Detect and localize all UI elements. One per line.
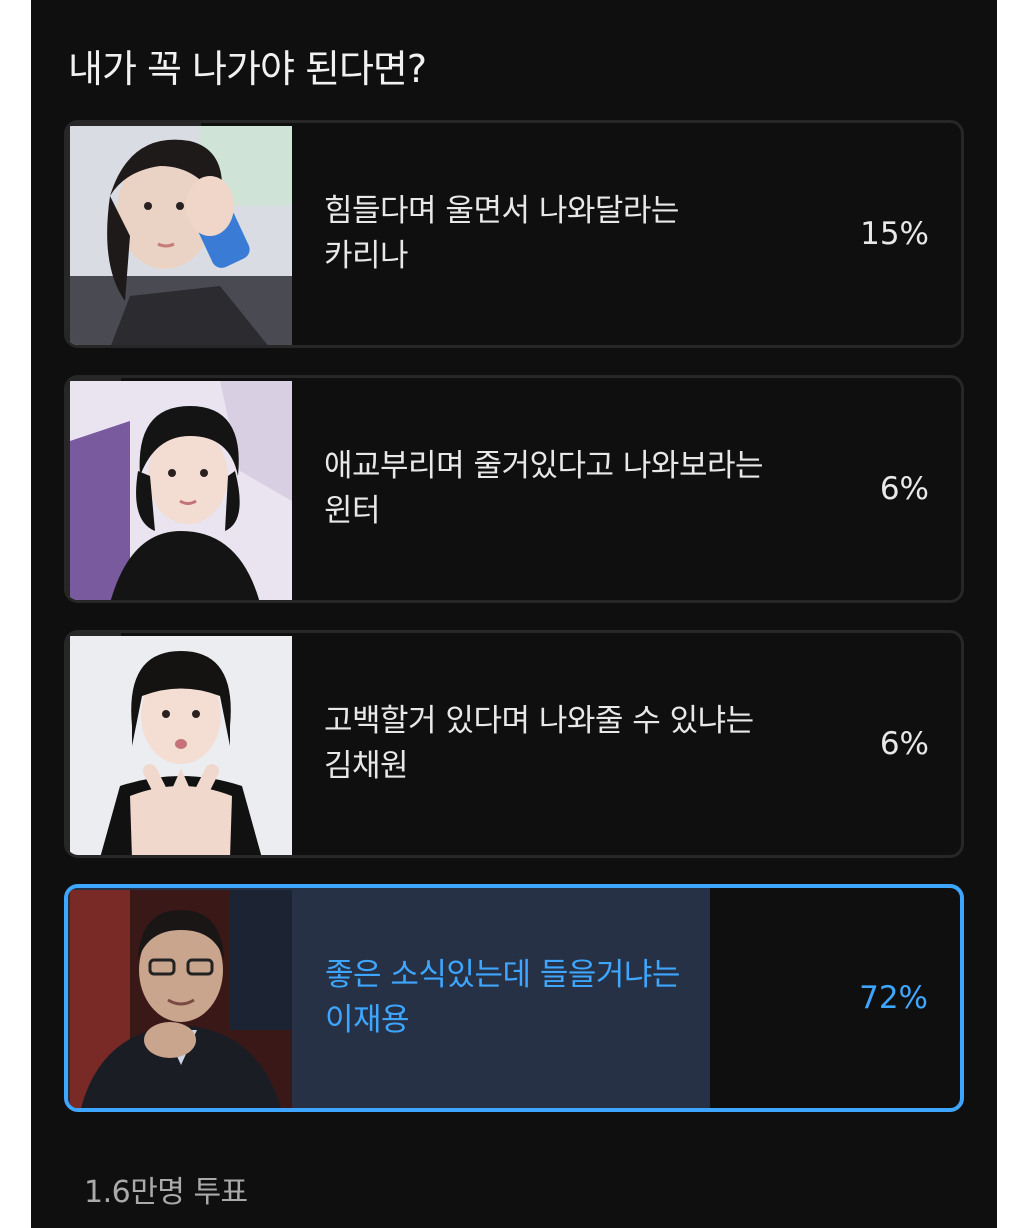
poll-card: 내가 꼭 나가야 된다면? 힘들다며 울면서 나와달라는 카리나 15% 애교부… [31,0,997,1228]
option-label: 좋은 소식있는데 들을거냐는 이재용 [325,953,845,1043]
poll-option-kim-chaewon[interactable]: 고백할거 있다며 나와줄 수 있냐는 김채원 6% [64,630,964,858]
poll-question: 내가 꼭 나가야 된다면? [68,47,427,91]
option-image [70,890,292,1108]
option-label-line1: 힘들다며 울면서 나와달라는 [324,193,679,229]
option-label-line2: 카리나 [324,238,409,274]
option-percent: 72% [859,980,928,1016]
option-label: 힘들다며 울면서 나와달라는 카리나 [324,189,844,279]
poll-option-lee-jaeyong[interactable]: 좋은 소식있는데 들을거냐는 이재용 72% [64,884,964,1112]
option-percent: 6% [879,726,929,762]
option-label: 고백할거 있다며 나와줄 수 있냐는 김채원 [324,699,844,789]
option-image [70,636,292,855]
poll-option-winter[interactable]: 애교부리며 줄거있다고 나와보라는 윈터 6% [64,375,964,603]
option-percent: 6% [879,471,929,507]
poll-option-karina[interactable]: 힘들다며 울면서 나와달라는 카리나 15% [64,120,964,348]
vote-count: 1.6만명 투표 [84,1175,248,1210]
option-label-line2: 김채원 [324,748,409,784]
option-label-line1: 애교부리며 줄거있다고 나와보라는 [324,448,764,484]
option-label-line1: 좋은 소식있는데 들을거냐는 [325,957,680,993]
option-label-line2: 윈터 [324,493,381,529]
option-label: 애교부리며 줄거있다고 나와보라는 윈터 [324,444,844,534]
option-image [70,381,292,600]
option-percent: 15% [860,216,929,252]
option-label-line1: 고백할거 있다며 나와줄 수 있냐는 [324,703,754,739]
option-image [70,126,292,345]
option-label-line2: 이재용 [325,1002,410,1038]
